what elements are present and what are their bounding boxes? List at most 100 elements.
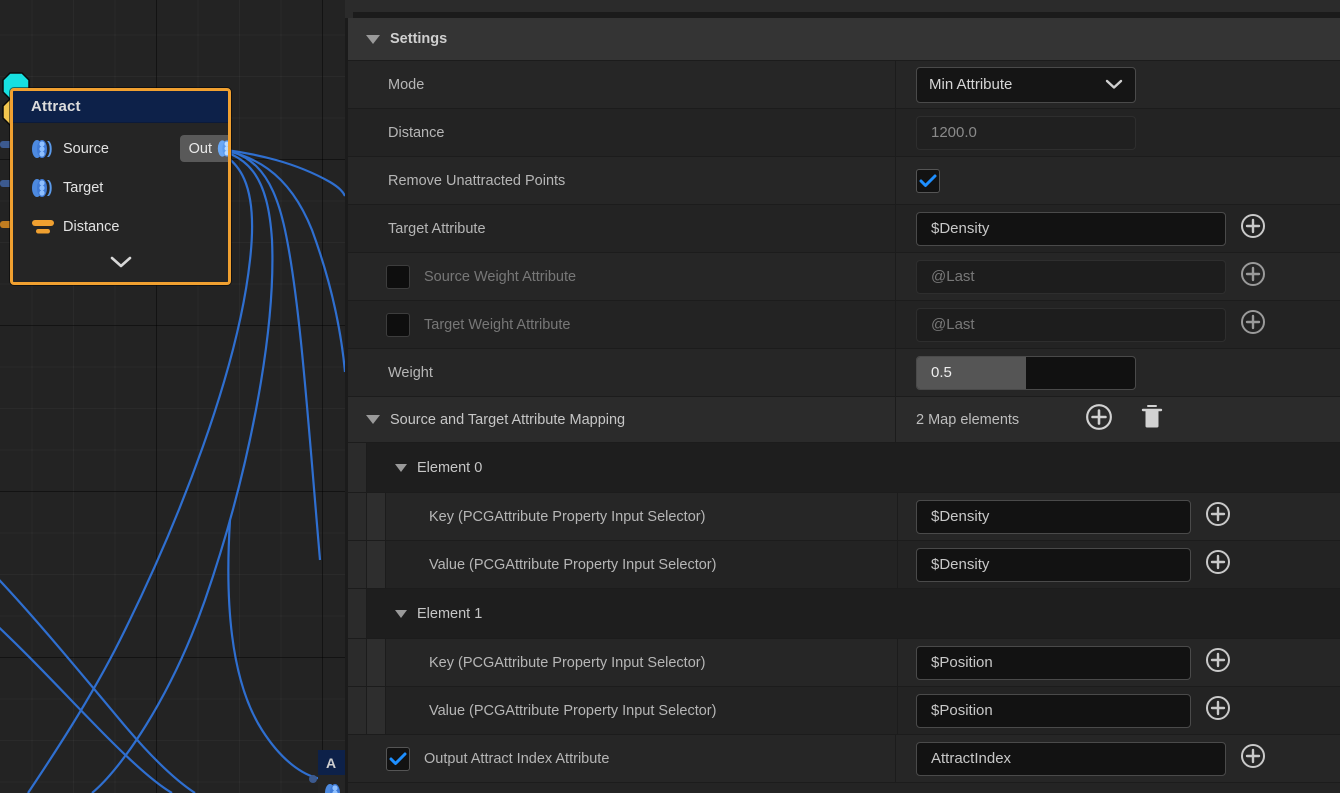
target-attribute-input[interactable]: $Density — [916, 212, 1226, 246]
node-pin-source[interactable]: Source Out — [13, 129, 228, 168]
mode-value: Min Attribute — [929, 76, 1012, 93]
indent-guide — [367, 493, 386, 540]
point-data-pin-icon[interactable] — [31, 178, 55, 198]
indent-guide — [348, 443, 367, 492]
plus-circle-icon[interactable] — [1240, 743, 1266, 774]
plus-circle-icon[interactable] — [1085, 403, 1113, 436]
trash-icon[interactable] — [1139, 403, 1165, 436]
attract-node[interactable]: Attract Source — [10, 88, 231, 285]
element-0-value-input[interactable]: $Density — [916, 548, 1191, 582]
indent-guide — [348, 687, 367, 734]
label-target-attribute: Target Attribute — [388, 221, 486, 237]
node-pin-distance[interactable]: Distance — [13, 207, 228, 246]
weight-value: 0.5 — [917, 364, 952, 381]
label-element-0-value: Value (PCGAttribute Property Input Selec… — [429, 557, 716, 573]
row-remove-unattracted-points: Remove Unattracted Points — [348, 157, 1340, 205]
label-target-weight-attribute: Target Weight Attribute — [424, 317, 570, 333]
source-weight-attribute-value: @Last — [931, 268, 975, 285]
label-weight: Weight — [388, 365, 433, 381]
row-element-0-header[interactable]: Element 0 — [348, 443, 1340, 493]
element-1-key-input[interactable]: $Position — [916, 646, 1191, 680]
triangle-down-icon[interactable] — [395, 610, 407, 618]
distance-input[interactable]: 1200.0 — [916, 116, 1136, 150]
label-remove-unattracted-points: Remove Unattracted Points — [388, 173, 565, 189]
plus-circle-icon[interactable] — [1240, 261, 1266, 292]
target-attribute-value: $Density — [931, 220, 989, 237]
node-pin-target[interactable]: Target — [13, 168, 228, 207]
indent-guide — [367, 687, 386, 734]
settings-section-title: Settings — [390, 31, 447, 47]
node-header[interactable]: Attract — [13, 91, 228, 123]
row-output-attract-index-attribute: Output Attract Index Attribute AttractIn… — [348, 735, 1340, 783]
label-element-1: Element 1 — [417, 606, 482, 622]
plus-circle-icon[interactable] — [1205, 501, 1231, 532]
label-element-1-key: Key (PCGAttribute Property Input Selecto… — [429, 655, 705, 671]
triangle-down-icon[interactable] — [395, 464, 407, 472]
pcg-graph-canvas[interactable]: Attract Source — [0, 0, 345, 793]
target-weight-attribute-input[interactable]: @Last — [916, 308, 1226, 342]
distance-value: 1200.0 — [931, 124, 977, 141]
offscreen-node[interactable]: A — [318, 750, 345, 793]
node-expand-toggle[interactable] — [13, 246, 228, 278]
check-icon — [919, 174, 937, 188]
target-weight-attribute-value: @Last — [931, 316, 975, 333]
plus-circle-icon[interactable] — [1240, 213, 1266, 244]
weight-slider[interactable]: 0.5 — [916, 356, 1136, 390]
indent-guide — [348, 639, 367, 686]
plus-circle-icon[interactable] — [1205, 549, 1231, 580]
remove-unattracted-points-checkbox[interactable] — [916, 169, 940, 193]
row-distance: Distance 1200.0 — [348, 109, 1340, 157]
element-0-key-value: $Density — [931, 508, 989, 525]
row-element-1-header[interactable]: Element 1 — [348, 589, 1340, 639]
plus-circle-icon[interactable] — [1205, 647, 1231, 678]
row-element-0-key: Key (PCGAttribute Property Input Selecto… — [348, 493, 1340, 541]
row-element-1-value: Value (PCGAttribute Property Input Selec… — [348, 687, 1340, 735]
label-attribute-mapping: Source and Target Attribute Mapping — [390, 412, 625, 428]
triangle-down-icon[interactable] — [366, 415, 380, 424]
target-weight-attribute-checkbox[interactable] — [386, 313, 410, 337]
label-source-weight-attribute: Source Weight Attribute — [424, 269, 576, 285]
element-0-key-input[interactable]: $Density — [916, 500, 1191, 534]
indent-guide — [348, 493, 367, 540]
details-panel: Settings Mode Min Attribute — [345, 0, 1340, 793]
row-source-weight-attribute: Source Weight Attribute @Last — [348, 253, 1340, 301]
row-target-weight-attribute: Target Weight Attribute @Last — [348, 301, 1340, 349]
offscreen-node-header[interactable]: A — [318, 750, 345, 775]
mode-dropdown[interactable]: Min Attribute — [916, 67, 1136, 103]
row-weight: Weight 0.5 — [348, 349, 1340, 397]
triangle-down-icon[interactable] — [366, 35, 380, 44]
point-data-pin-icon[interactable] — [324, 783, 345, 793]
chevron-down-icon[interactable] — [1105, 79, 1123, 90]
element-1-key-value: $Position — [931, 654, 993, 671]
node-body: Source Out — [13, 123, 228, 282]
source-weight-attribute-input[interactable]: @Last — [916, 260, 1226, 294]
row-attribute-mapping-header[interactable]: Source and Target Attribute Mapping 2 Ma… — [348, 397, 1340, 443]
settings-section-header[interactable]: Settings — [348, 18, 1340, 61]
output-attract-index-input[interactable]: AttractIndex — [916, 742, 1226, 776]
offscreen-node-body — [318, 775, 345, 793]
node-output-pin[interactable]: Out — [180, 135, 231, 162]
plus-circle-icon[interactable] — [1240, 309, 1266, 340]
panel-tab-shape — [345, 0, 1340, 12]
label-distance: Distance — [388, 125, 444, 141]
element-0-value-value: $Density — [931, 556, 989, 573]
label-element-0: Element 0 — [417, 460, 482, 476]
node-title: Attract — [31, 98, 81, 115]
map-elements-count: 2 Map elements — [916, 412, 1019, 428]
row-element-0-value: Value (PCGAttribute Property Input Selec… — [348, 541, 1340, 589]
label-element-0-key: Key (PCGAttribute Property Input Selecto… — [429, 509, 705, 525]
indent-guide — [367, 639, 386, 686]
point-data-pin-icon[interactable] — [216, 138, 231, 159]
point-data-pin-icon[interactable] — [31, 139, 55, 159]
element-1-value-value: $Position — [931, 702, 993, 719]
element-1-value-input[interactable]: $Position — [916, 694, 1191, 728]
source-weight-attribute-checkbox[interactable] — [386, 265, 410, 289]
row-element-1-key: Key (PCGAttribute Property Input Selecto… — [348, 639, 1340, 687]
chevron-down-icon[interactable] — [110, 256, 132, 269]
row-target-attribute: Target Attribute $Density — [348, 205, 1340, 253]
output-attract-index-checkbox[interactable] — [386, 747, 410, 771]
output-attract-index-value: AttractIndex — [931, 750, 1011, 767]
plus-circle-icon[interactable] — [1205, 695, 1231, 726]
param-data-pin-icon[interactable] — [31, 217, 55, 237]
label-element-1-value: Value (PCGAttribute Property Input Selec… — [429, 703, 716, 719]
